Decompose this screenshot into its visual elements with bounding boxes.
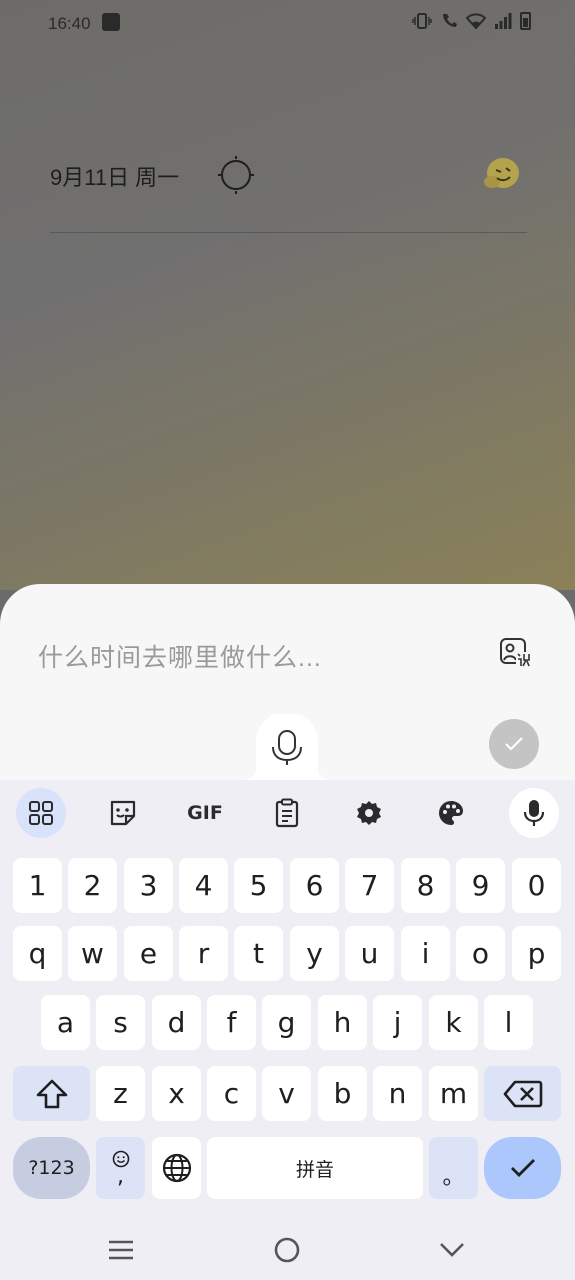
gif-button[interactable]: GIF [180,788,230,838]
keyboard-mic-button[interactable] [509,788,559,838]
key-3[interactable]: 3 [124,858,173,913]
comma-label: , [117,1164,124,1189]
key-x[interactable]: x [152,1066,201,1121]
confirm-button[interactable] [489,719,539,769]
wifi-icon [466,13,486,29]
key-p[interactable]: p [512,926,561,981]
key-6[interactable]: 6 [290,858,339,913]
check-icon [505,737,523,751]
check-icon [510,1159,535,1177]
key-f[interactable]: f [207,995,256,1050]
key-s[interactable]: s [96,995,145,1050]
date-label: 9月11日 周一 [50,165,180,190]
key-e[interactable]: e [124,926,173,981]
microphone-icon [523,800,545,826]
key-a[interactable]: a [41,995,90,1050]
language-key[interactable] [152,1137,201,1199]
image-ocr-icon[interactable] [499,636,531,668]
gear-icon [357,801,381,825]
home-button[interactable] [267,1234,307,1266]
key-5[interactable]: 5 [234,858,283,913]
voice-input-button[interactable] [242,714,332,780]
battery-icon [520,12,531,30]
key-7[interactable]: 7 [345,858,394,913]
key-8[interactable]: 8 [401,858,450,913]
vibrate-icon [412,13,432,29]
key-v[interactable]: v [262,1066,311,1121]
settings-button[interactable] [344,788,394,838]
key-z[interactable]: z [96,1066,145,1121]
recents-button[interactable] [101,1234,141,1266]
key-g[interactable]: g [262,995,311,1050]
key-l[interactable]: l [484,995,533,1050]
key-9[interactable]: 9 [456,858,505,913]
period-key[interactable]: 。 [429,1137,478,1199]
event-input[interactable]: 什么时间去哪里做什么... [38,638,322,674]
key-i[interactable]: i [401,926,450,981]
header-divider [50,232,527,233]
palette-icon [439,801,463,825]
sticker-button[interactable] [98,788,148,838]
clipboard-icon [275,798,299,828]
emoji-sticker-icon[interactable] [480,154,522,194]
home-icon [274,1237,300,1263]
emoji-comma-key[interactable]: , [96,1137,145,1199]
back-button[interactable] [432,1234,472,1266]
gif-label: GIF [187,802,223,824]
signal-icon [495,13,512,29]
key-b[interactable]: b [318,1066,367,1121]
key-2[interactable]: 2 [68,858,117,913]
key-d[interactable]: d [152,995,201,1050]
sticker-icon [110,800,136,826]
status-icons [412,12,531,30]
key-w[interactable]: w [68,926,117,981]
backspace-icon [503,1080,542,1107]
menu-icon [109,1240,133,1260]
key-r[interactable]: r [179,926,228,981]
clipboard-button[interactable] [262,788,312,838]
key-q[interactable]: q [13,926,62,981]
key-j[interactable]: j [373,995,422,1050]
keyboard: GIF 1 2 3 4 5 6 7 8 9 0 q w e r t y u i … [0,780,575,1280]
shift-icon [36,1079,67,1108]
apps-button[interactable] [16,788,66,838]
key-c[interactable]: c [207,1066,256,1121]
backspace-key[interactable] [484,1066,561,1121]
notification-icon [102,13,120,31]
keyboard-toolbar: GIF [0,788,575,840]
status-time: 16:40 [48,14,91,33]
symbols-key[interactable]: ?123 [13,1137,90,1199]
sun-icon[interactable] [216,154,256,194]
key-o[interactable]: o [456,926,505,981]
input-sheet: 什么时间去哪里做什么... [0,584,575,780]
theme-button[interactable] [426,788,476,838]
apps-grid-icon [29,801,53,825]
key-k[interactable]: k [429,995,478,1050]
globe-icon [162,1153,191,1183]
background-app [0,0,575,590]
shift-key[interactable] [13,1066,90,1121]
key-y[interactable]: y [290,926,339,981]
back-icon [440,1243,464,1257]
key-n[interactable]: n [373,1066,422,1121]
key-0[interactable]: 0 [512,858,561,913]
system-nav-bar [0,1220,575,1280]
date-row: 9月11日 周一 [50,154,530,194]
enter-key[interactable] [484,1137,561,1199]
wifi-call-icon [443,14,457,27]
status-bar: 16:40 [0,0,575,48]
key-m[interactable]: m [429,1066,478,1121]
space-key[interactable]: 拼音 [207,1137,423,1199]
key-t[interactable]: t [234,926,283,981]
key-4[interactable]: 4 [179,858,228,913]
key-h[interactable]: h [318,995,367,1050]
key-1[interactable]: 1 [13,858,62,913]
key-u[interactable]: u [345,926,394,981]
